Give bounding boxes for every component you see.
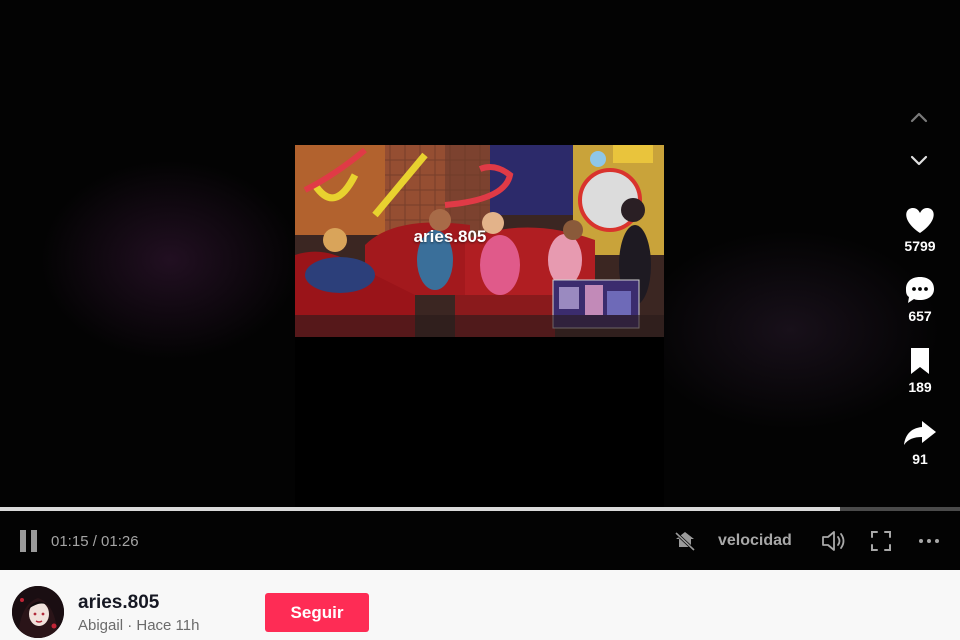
chevron-down-icon[interactable]	[907, 148, 931, 172]
video-watermark: aries.805	[413, 227, 487, 246]
author-bar: aries.805 Abigail · Hace 11h Seguir	[0, 570, 960, 640]
share-icon	[904, 421, 936, 445]
video-stage[interactable]: aries.805 5799 657 189 91 01:15 / 01:26 …	[0, 0, 960, 570]
ambient-glow-left	[40, 160, 300, 360]
pause-icon	[20, 530, 26, 552]
comment-count: 657	[908, 308, 932, 324]
more-icon[interactable]	[916, 528, 942, 554]
chevron-up-icon[interactable]	[907, 106, 931, 130]
like-count: 5799	[904, 238, 936, 254]
bookmark-icon	[911, 348, 929, 374]
author-meta: Abigail · Hace 11h	[78, 617, 199, 634]
save-count: 189	[908, 379, 932, 395]
like-button[interactable]: 5799	[896, 205, 944, 254]
avatar[interactable]	[12, 586, 64, 638]
video-frame-image: aries.805	[295, 145, 664, 337]
progress-fill	[0, 507, 840, 511]
author-display-name: Abigail	[78, 617, 124, 634]
pause-button[interactable]	[18, 530, 40, 552]
meta-separator: ·	[127, 617, 137, 634]
time-display: 01:15 / 01:26	[51, 533, 139, 550]
volume-icon[interactable]	[820, 528, 848, 554]
video-player[interactable]: aries.805	[295, 145, 664, 508]
comment-button[interactable]: 657	[896, 275, 944, 324]
author-username[interactable]: aries.805	[78, 592, 159, 614]
ambient-glow-right	[640, 230, 940, 430]
heart-icon	[906, 208, 934, 233]
comment-icon	[906, 277, 934, 303]
post-time: Hace 11h	[136, 617, 200, 634]
no-pip-icon[interactable]	[672, 528, 698, 554]
progress-bar[interactable]	[0, 507, 960, 511]
save-button[interactable]: 189	[896, 346, 944, 395]
fullscreen-icon[interactable]	[868, 528, 894, 554]
avatar-image	[12, 586, 64, 638]
share-count: 91	[912, 451, 928, 467]
share-button[interactable]: 91	[896, 418, 944, 467]
speed-button[interactable]: velocidad	[718, 532, 792, 558]
follow-button[interactable]: Seguir	[265, 593, 369, 632]
